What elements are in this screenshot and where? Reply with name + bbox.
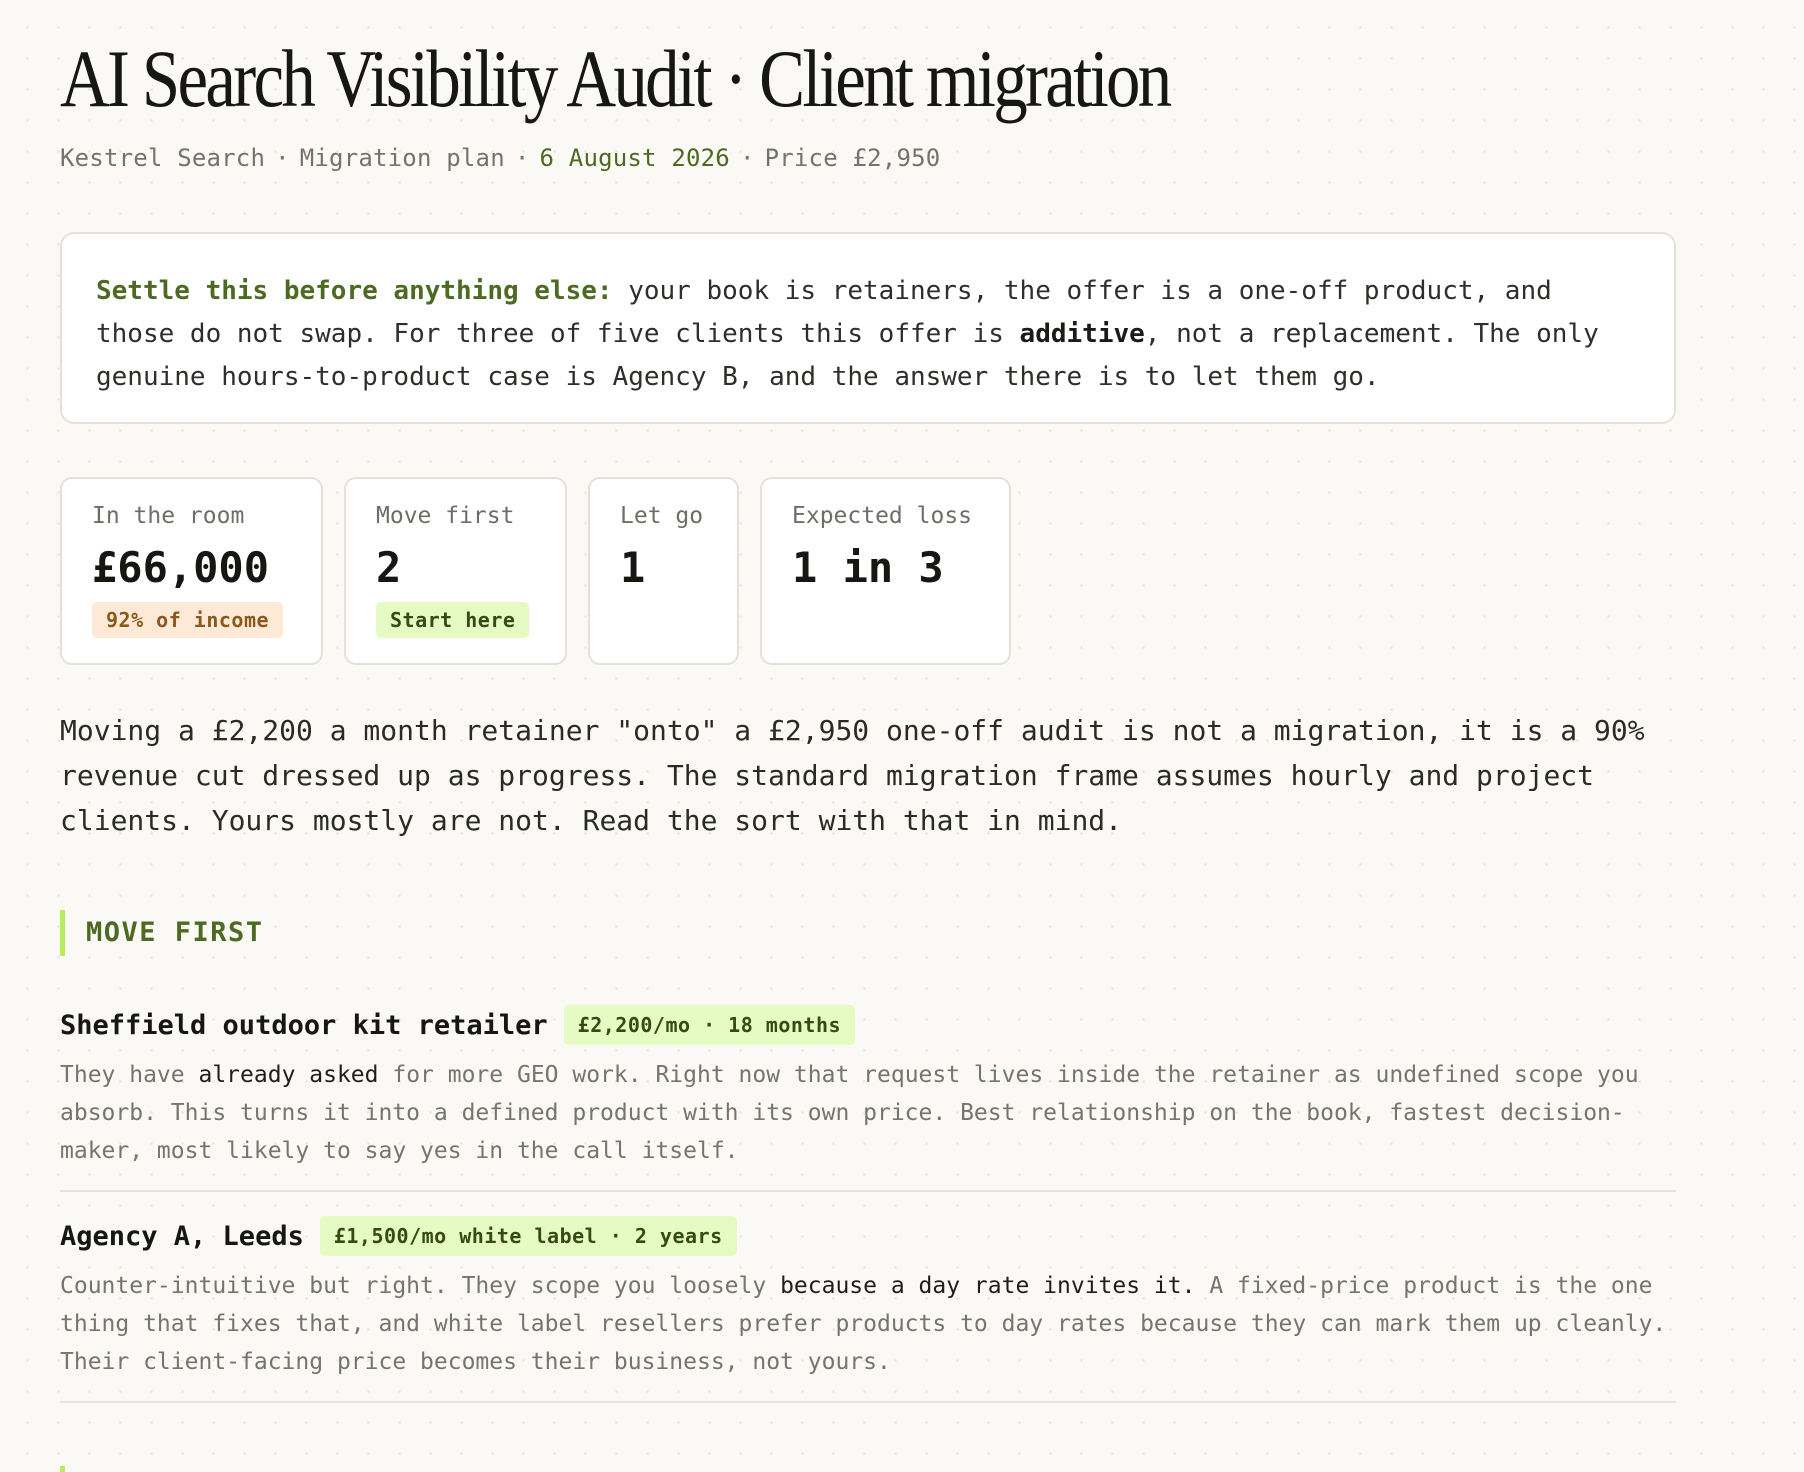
stat-label: In the room	[92, 503, 245, 529]
client-description: Counter-intuitive but right. They scope …	[60, 1267, 1676, 1381]
meta-price: Price £2,950	[764, 144, 941, 172]
stat-label: Move first	[376, 503, 515, 529]
client-item-header: Agency A, Leeds £1,500/mo white label · …	[60, 1215, 1676, 1257]
client-description-highlight: because a day rate invites it.	[780, 1273, 1196, 1299]
stat-card-move-first: Move first 2 Start here	[344, 477, 567, 665]
stat-value: £66,000	[92, 543, 270, 592]
intro-paragraph: Moving a £2,200 a month retainer "onto" …	[60, 714, 1645, 837]
client-description: They have already asked for more GEO wor…	[60, 1056, 1676, 1170]
stat-card-expected-loss: Expected loss 1 in 3	[760, 477, 1011, 665]
stat-value: 2	[376, 543, 402, 592]
key-callout: Settle this before anything else: your b…	[60, 232, 1676, 424]
meta-doc-type: Migration plan	[299, 144, 505, 172]
client-value-badge: £1,500/mo white label · 2 years	[319, 1216, 737, 1256]
meta-date: 6 August 2026	[539, 144, 730, 172]
stat-card-let-go: Let go 1	[588, 477, 739, 665]
section-heading-move-first: MOVE FIRST	[60, 910, 264, 956]
stat-value: 1 in 3	[792, 543, 944, 592]
client-value-badge: £2,200/mo · 18 months	[563, 1005, 856, 1045]
client-description-text: They have	[60, 1062, 199, 1088]
next-section-marker	[60, 1466, 65, 1472]
client-name: Agency A, Leeds	[60, 1220, 304, 1252]
callout-lead: Settle this before anything else:	[96, 276, 613, 306]
meta-separator: ·	[514, 144, 530, 172]
page-title: AI Search Visibility Audit · Client migr…	[60, 33, 1172, 124]
client-item: Sheffield outdoor kit retailer £2,200/mo…	[60, 1004, 1676, 1192]
client-name: Sheffield outdoor kit retailer	[60, 1009, 548, 1041]
client-item: Agency A, Leeds £1,500/mo white label · …	[60, 1215, 1676, 1403]
stat-badge: 92% of income	[92, 602, 284, 638]
callout-emphasis: additive	[1019, 319, 1145, 349]
meta-line: Kestrel Search · Migration plan · 6 August 2…	[60, 144, 940, 172]
stat-value: 1	[620, 543, 646, 592]
client-description-text: Counter-intuitive but right. They scope …	[60, 1273, 781, 1299]
meta-separator: ·	[275, 144, 290, 172]
client-item-header: Sheffield outdoor kit retailer £2,200/mo…	[60, 1004, 1676, 1046]
stat-badge: Start here	[376, 602, 530, 638]
stat-label: Expected loss	[792, 503, 973, 529]
stat-card-in-the-room: In the room £66,000 92% of income	[60, 477, 323, 665]
client-description-highlight: already asked	[198, 1062, 379, 1088]
meta-separator: ·	[739, 144, 755, 172]
stat-label: Let go	[620, 503, 704, 529]
meta-company: Kestrel Search	[60, 144, 266, 172]
